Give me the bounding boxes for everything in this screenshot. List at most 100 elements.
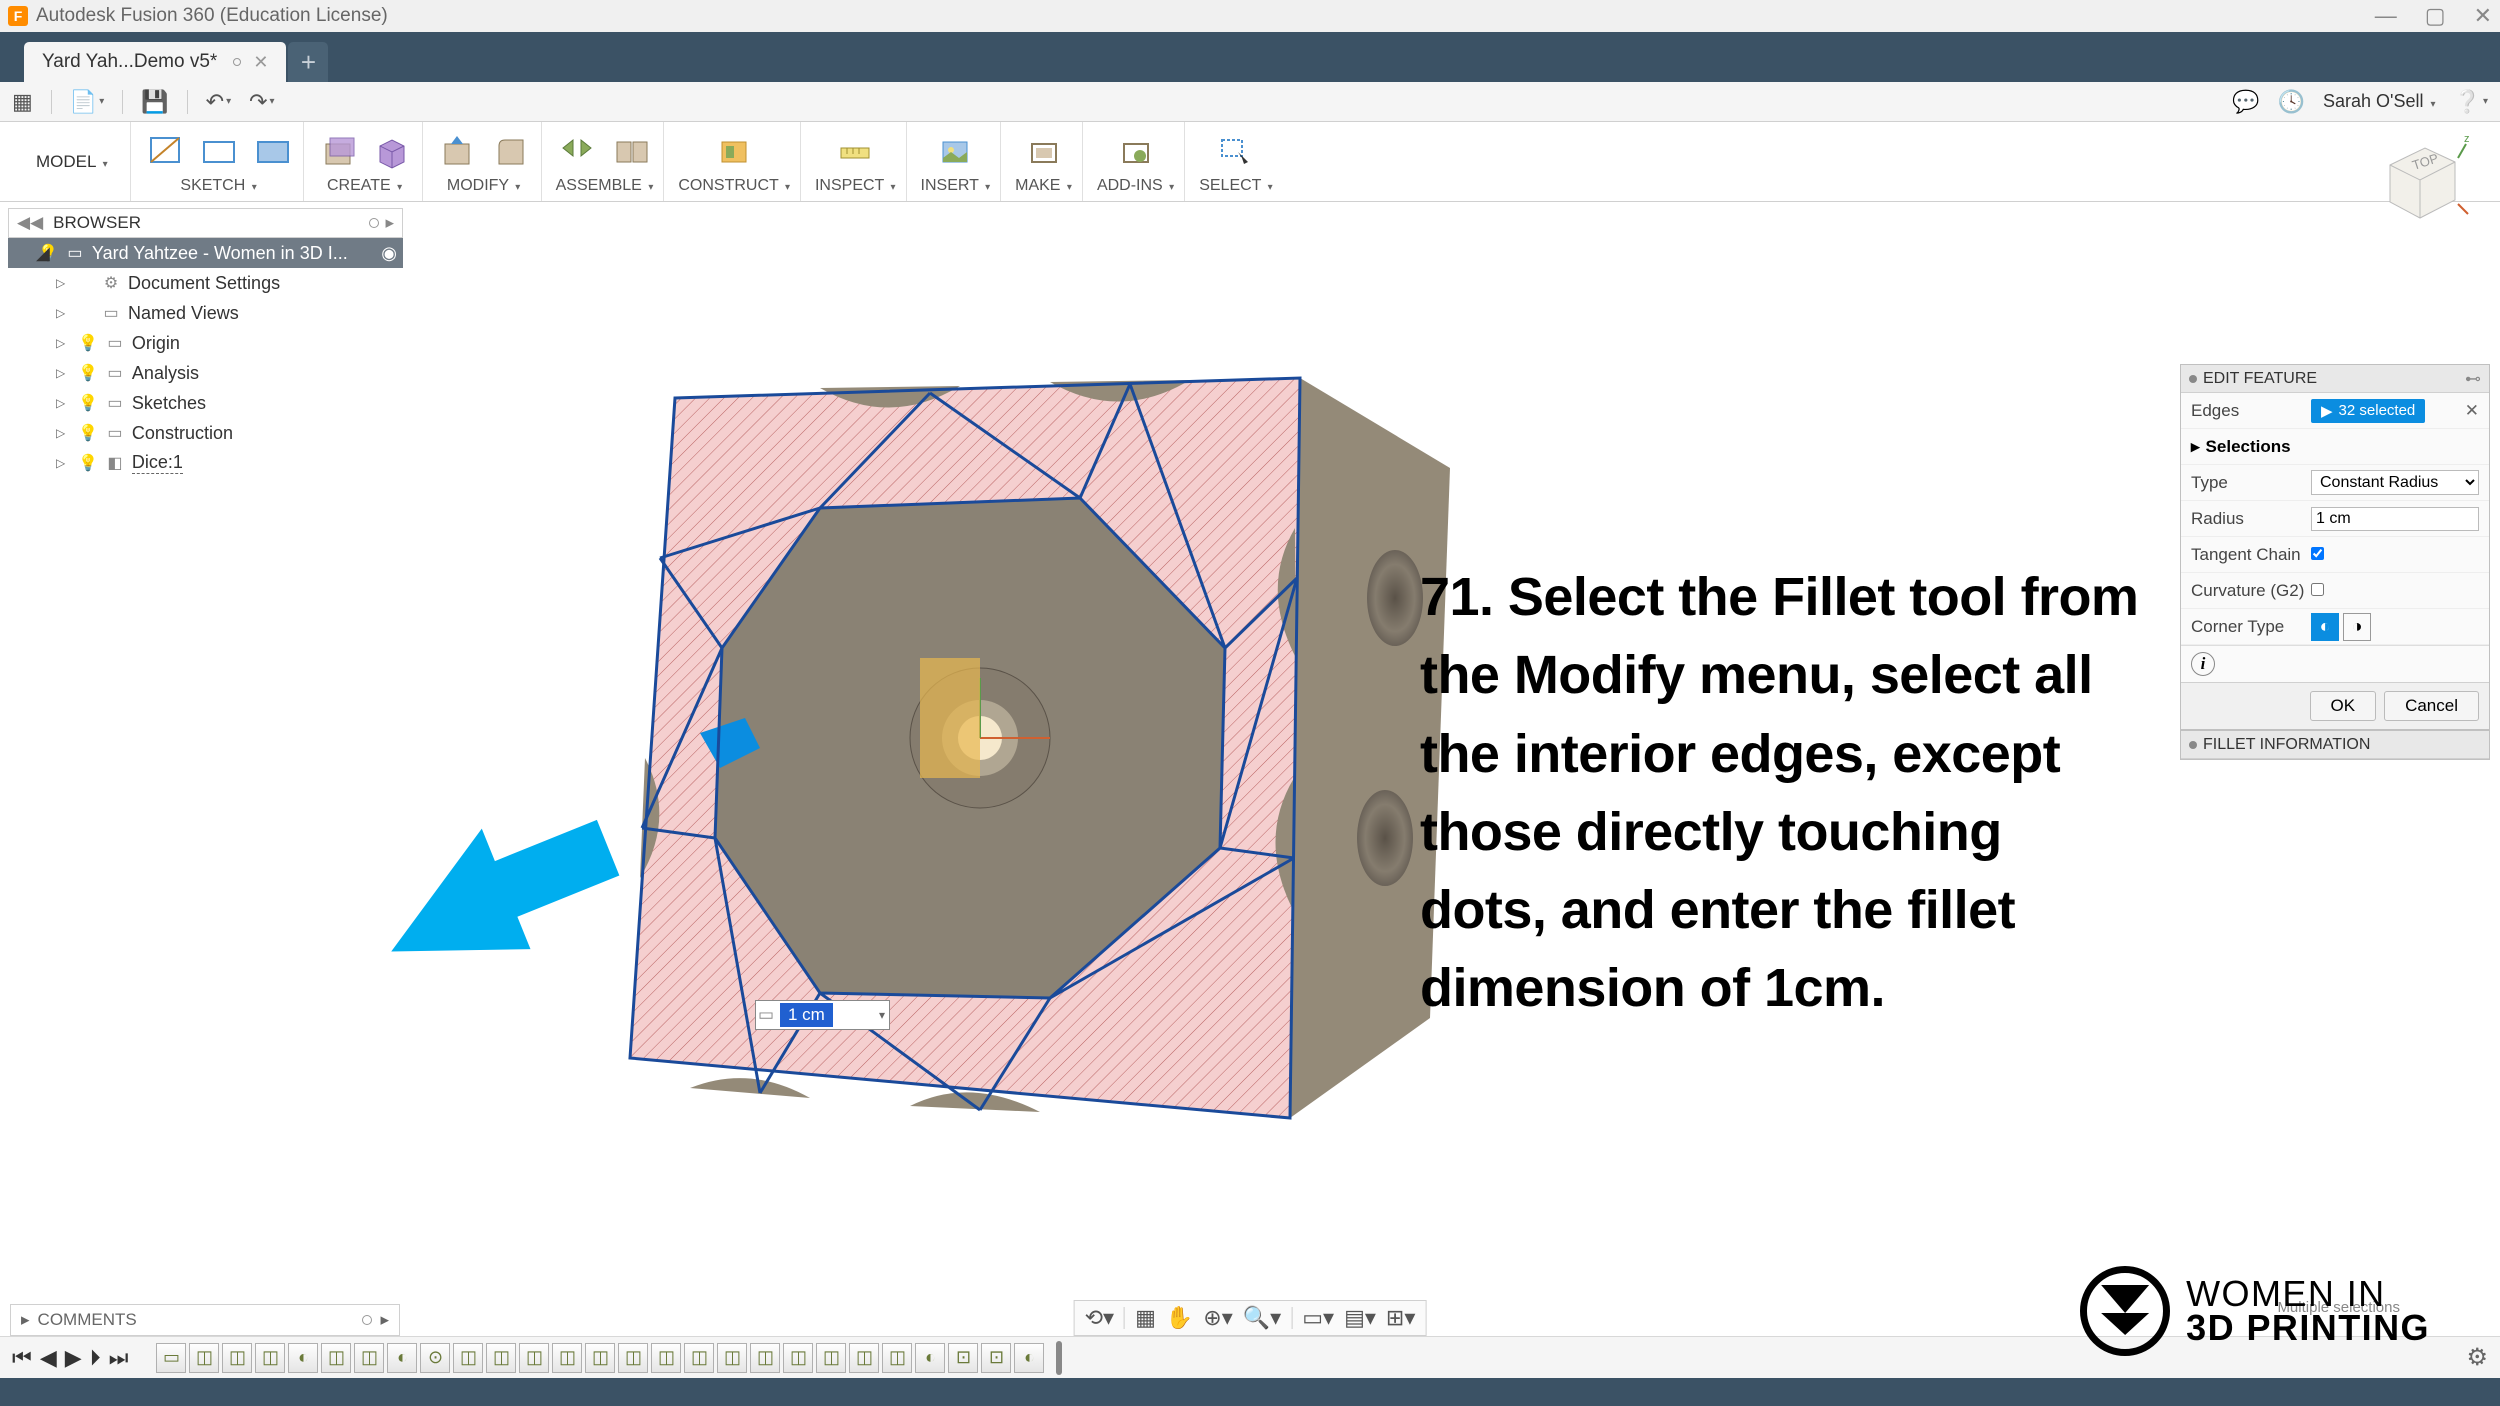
viewport-icon[interactable]: ⊞▾ (1386, 1305, 1415, 1331)
assemble-icon[interactable] (611, 132, 651, 172)
press-pull-icon[interactable] (437, 132, 477, 172)
new-tab-button[interactable]: + (288, 42, 328, 82)
select-icon[interactable] (1216, 132, 1256, 172)
look-at-icon[interactable]: ▦ (1135, 1305, 1156, 1331)
insert-icon[interactable] (935, 132, 975, 172)
ok-button[interactable]: OK (2310, 691, 2377, 721)
ribbon-label-construct[interactable]: CONSTRUCT ▾ (678, 177, 790, 195)
zoom-icon[interactable]: ⊕▾ (1203, 1305, 1232, 1331)
ribbon-label-assemble[interactable]: ASSEMBLE ▾ (556, 177, 654, 195)
cancel-button[interactable]: Cancel (2384, 691, 2479, 721)
orbit-icon[interactable]: ⟲▾ (1085, 1305, 1114, 1331)
sketch-circle-icon[interactable] (253, 132, 293, 172)
timeline-step[interactable]: ◫ (519, 1343, 549, 1373)
timeline-step[interactable]: ◫ (585, 1343, 615, 1373)
tree-item[interactable]: ▷💡◧Dice:1 (8, 448, 403, 478)
ribbon-label-addins[interactable]: ADD-INS ▾ (1097, 177, 1174, 195)
radius-input[interactable] (2311, 507, 2479, 531)
redo-icon[interactable]: ↷▾ (249, 89, 274, 115)
timeline-step[interactable]: ◫ (651, 1343, 681, 1373)
model-3d[interactable] (490, 278, 1530, 1198)
timeline-step[interactable]: ◫ (618, 1343, 648, 1373)
extensions-icon[interactable]: 💬 (2232, 89, 2259, 115)
tangent-checkbox[interactable] (2311, 547, 2324, 560)
timeline-step[interactable]: ◫ (255, 1343, 285, 1373)
timeline-step[interactable]: ◐ (1014, 1343, 1044, 1373)
edges-selected-badge[interactable]: ▶ 32 selected (2311, 399, 2425, 423)
ribbon-label-create[interactable]: CREATE ▾ (327, 177, 402, 195)
timeline-step[interactable]: ⊡ (948, 1343, 978, 1373)
timeline-step[interactable]: ◫ (321, 1343, 351, 1373)
type-select[interactable]: Constant Radius (2311, 470, 2479, 495)
tree-item[interactable]: ▷⚙Document Settings (8, 268, 403, 298)
tree-root[interactable]: ◢ 💡▭ Yard Yahtzee - Women in 3D I... ◉ (8, 238, 403, 268)
timeline-play-icon[interactable]: ▶ (65, 1345, 82, 1371)
timeline-end-icon[interactable]: ⏭ (109, 1345, 129, 1371)
browser-expand-icon[interactable]: ▸ (385, 213, 394, 233)
timeline-fwd-icon[interactable]: ⏵ (90, 1345, 101, 1371)
tree-item[interactable]: ▷💡▭Origin (8, 328, 403, 358)
timeline-step[interactable]: ◫ (684, 1343, 714, 1373)
workspace-switcher[interactable]: MODEL ▾ (14, 122, 131, 201)
sketch-rect-icon[interactable] (199, 132, 239, 172)
fillet-icon[interactable] (491, 132, 531, 172)
help-icon[interactable]: ❔▾ (2454, 89, 2488, 115)
selections-expander[interactable]: ▸Selections (2181, 429, 2489, 465)
ribbon-label-make[interactable]: MAKE ▾ (1015, 177, 1072, 195)
timeline-step[interactable]: ◫ (849, 1343, 879, 1373)
tree-item[interactable]: ▷💡▭Analysis (8, 358, 403, 388)
browser-options-icon[interactable] (369, 218, 379, 228)
timeline-step[interactable]: ⊙ (420, 1343, 450, 1373)
viewcube[interactable]: TOP z (2370, 130, 2470, 230)
fillet-info-panel[interactable]: FILLET INFORMATION (2180, 730, 2490, 760)
grid-icon[interactable]: ▤▾ (1344, 1305, 1376, 1331)
timeline-marker[interactable] (1056, 1341, 1062, 1375)
fit-icon[interactable]: 🔍▾ (1243, 1305, 1281, 1331)
tree-item[interactable]: ▷💡▭Sketches (8, 388, 403, 418)
extrude-icon[interactable] (318, 132, 358, 172)
pan-icon[interactable]: ✋ (1166, 1305, 1193, 1331)
display-icon[interactable]: ▭▾ (1302, 1305, 1334, 1331)
sketch-line-icon[interactable] (145, 132, 185, 172)
minimize-button[interactable]: — (2375, 3, 2397, 29)
data-panel-icon[interactable]: ▦ (12, 89, 33, 115)
save-icon[interactable]: 💾 (141, 89, 168, 115)
ribbon-label-sketch[interactable]: SKETCH ▾ (180, 177, 256, 195)
timeline-step[interactable]: ◫ (453, 1343, 483, 1373)
browser-header[interactable]: ◀◀ BROWSER ▸ (8, 208, 403, 238)
comments-bar[interactable]: ▸ COMMENTS ▸ (10, 1304, 400, 1336)
construct-plane-icon[interactable] (714, 132, 754, 172)
maximize-button[interactable]: ▢ (2425, 3, 2446, 29)
timeline-step[interactable]: ◫ (222, 1343, 252, 1373)
corner-rolling-icon[interactable]: ◐ (2311, 613, 2339, 641)
timeline-step[interactable]: ◫ (783, 1343, 813, 1373)
timeline-start-icon[interactable]: ⏮ (12, 1345, 32, 1371)
panel-header[interactable]: EDIT FEATURE⊷ (2181, 365, 2489, 393)
pin-icon[interactable]: ⊷ (2465, 369, 2481, 389)
timeline-back-icon[interactable]: ◀ (40, 1345, 57, 1371)
timeline-step[interactable]: ◐ (288, 1343, 318, 1373)
document-tab[interactable]: Yard Yah...Demo v5* ✕ (24, 42, 286, 82)
corner-setback-icon[interactable]: ◑ (2343, 613, 2371, 641)
timeline-step[interactable]: ◐ (387, 1343, 417, 1373)
dimension-value[interactable]: 1 cm (780, 1003, 833, 1027)
close-button[interactable]: ✕ (2474, 3, 2492, 29)
tree-item[interactable]: ▷💡▭Construction (8, 418, 403, 448)
timeline-step[interactable]: ◫ (882, 1343, 912, 1373)
measure-icon[interactable] (835, 132, 875, 172)
ribbon-label-inspect[interactable]: INSPECT ▾ (815, 177, 896, 195)
tree-item[interactable]: ▷▭Named Views (8, 298, 403, 328)
user-menu[interactable]: Sarah O'Sell ▾ (2323, 91, 2436, 112)
box-icon[interactable] (372, 132, 412, 172)
timeline-step[interactable]: ⊡ (981, 1343, 1011, 1373)
joint-icon[interactable] (557, 132, 597, 172)
ribbon-label-select[interactable]: SELECT ▾ (1199, 177, 1272, 195)
make-icon[interactable] (1024, 132, 1064, 172)
timeline-settings-icon[interactable]: ⚙ (2466, 1343, 2488, 1372)
ribbon-label-insert[interactable]: INSERT ▾ (921, 177, 991, 195)
collapse-icon[interactable]: ◀◀ (17, 213, 43, 233)
curvature-checkbox[interactable] (2311, 583, 2324, 596)
timeline-step[interactable]: ◐ (915, 1343, 945, 1373)
job-status-icon[interactable]: 🕓 (2278, 89, 2305, 115)
addins-icon[interactable] (1116, 132, 1156, 172)
